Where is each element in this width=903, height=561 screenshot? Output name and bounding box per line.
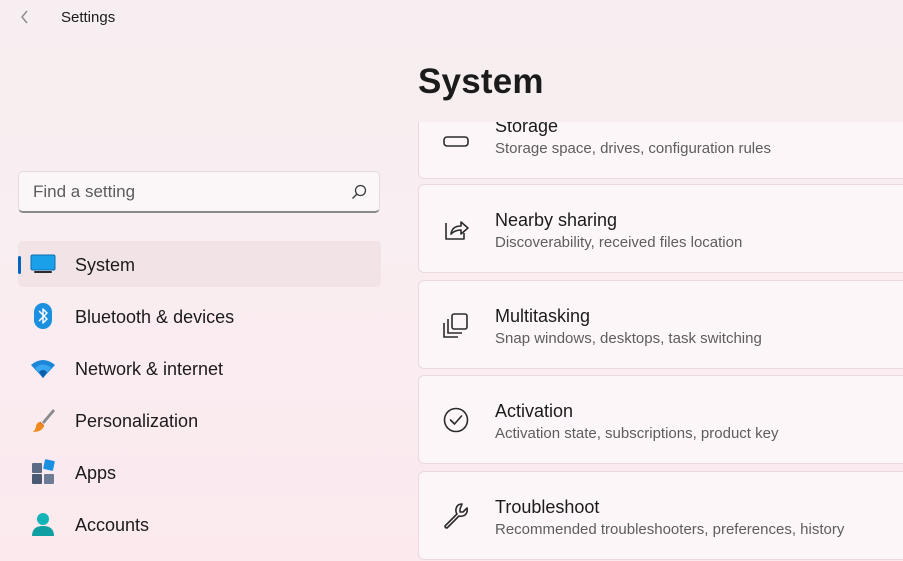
bluetooth-icon xyxy=(30,303,56,329)
wrench-icon xyxy=(441,501,471,531)
card-title: Troubleshoot xyxy=(495,497,600,517)
title-bar: Settings xyxy=(0,0,903,36)
brush-icon xyxy=(30,407,56,433)
card-subtitle: Storage space, drives, configuration rul… xyxy=(495,140,771,157)
card-subtitle: Snap windows, desktops, task switching xyxy=(495,330,762,347)
multitasking-icon xyxy=(441,310,471,340)
activation-icon xyxy=(441,405,471,435)
app-title: Settings xyxy=(61,9,116,26)
search-input[interactable] xyxy=(33,181,351,202)
sidebar-item-label: Apps xyxy=(75,463,117,483)
sidebar-item-personalization[interactable]: Personalization xyxy=(18,397,381,443)
card-title: Nearby sharing xyxy=(495,210,618,230)
sidebar-item-label: Network & internet xyxy=(75,359,224,379)
sidebar-item-apps[interactable]: Apps xyxy=(18,449,381,495)
card-nearby-sharing[interactable]: Nearby sharing Discoverability, received… xyxy=(418,184,903,273)
wifi-icon xyxy=(30,355,56,381)
card-title: Activation xyxy=(495,401,574,421)
system-icon xyxy=(30,251,56,277)
sidebar-item-label: System xyxy=(75,255,136,275)
page-title: System xyxy=(418,62,544,101)
card-troubleshoot[interactable]: Troubleshoot Recommended troubleshooters… xyxy=(418,471,903,560)
card-subtitle: Discoverability, received files location xyxy=(495,234,743,251)
share-icon xyxy=(441,214,471,244)
sidebar-item-label: Accounts xyxy=(75,515,150,535)
sidebar-item-accounts[interactable]: Accounts xyxy=(18,501,381,547)
accounts-icon xyxy=(30,511,56,537)
apps-icon xyxy=(30,459,56,485)
sidebar-item-label: Bluetooth & devices xyxy=(75,307,235,327)
sidebar-item-network[interactable]: Network & internet xyxy=(18,345,381,391)
back-button[interactable] xyxy=(14,6,36,28)
search-box[interactable] xyxy=(18,171,380,213)
search-icon[interactable] xyxy=(351,184,367,200)
storage-icon xyxy=(441,127,471,157)
back-arrow-icon xyxy=(21,10,28,24)
sidebar-item-system[interactable]: System xyxy=(18,241,381,287)
card-title: Multitasking xyxy=(495,306,591,326)
card-multitasking[interactable]: Multitasking Snap windows, desktops, tas… xyxy=(418,280,903,369)
card-activation[interactable]: Activation Activation state, subscriptio… xyxy=(418,375,903,464)
sidebar-nav: System Bluetooth & devices Network & int… xyxy=(18,241,381,553)
card-subtitle: Activation state, subscriptions, product… xyxy=(495,425,779,442)
sidebar-item-bluetooth[interactable]: Bluetooth & devices xyxy=(18,293,381,339)
card-subtitle: Recommended troubleshooters, preferences… xyxy=(495,521,845,538)
card-title: Storage xyxy=(495,122,559,136)
card-storage[interactable]: Storage Storage space, drives, configura… xyxy=(418,122,903,179)
selection-indicator xyxy=(18,256,21,274)
sidebar-item-label: Personalization xyxy=(75,411,199,431)
settings-list: Storage Storage space, drives, configura… xyxy=(418,122,903,561)
